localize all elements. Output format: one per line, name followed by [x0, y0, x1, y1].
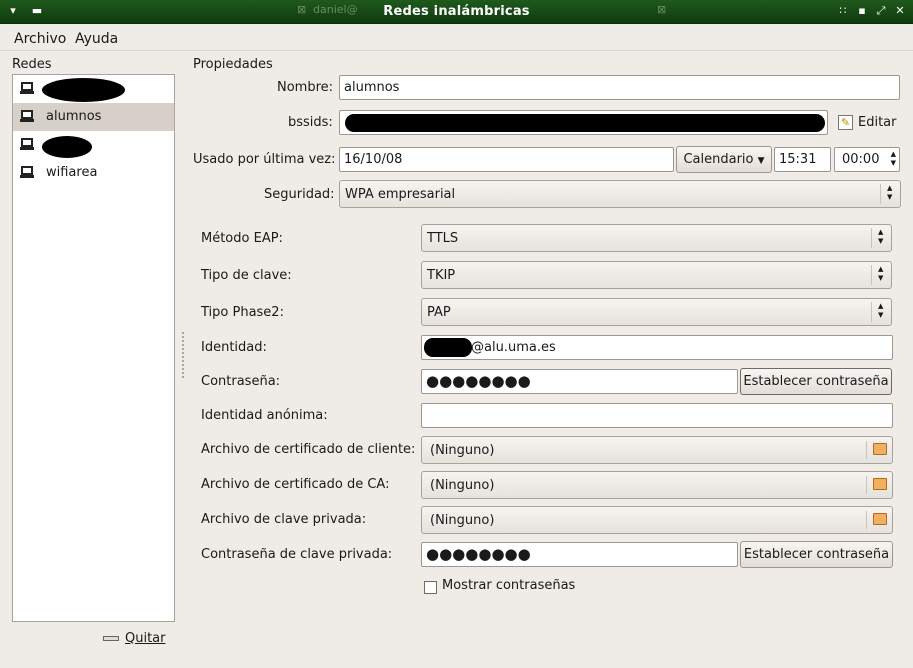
- folder-icon: [873, 478, 887, 490]
- quit-icon: [103, 636, 119, 641]
- time-spin-value: 00:00: [842, 152, 880, 167]
- seguridad-value: WPA empresarial: [345, 187, 456, 202]
- contrasena-input[interactable]: ●●●●●●●●: [421, 369, 738, 394]
- pane-grip[interactable]: [182, 332, 185, 378]
- separator: [866, 441, 867, 459]
- sticky-icon[interactable]: ∷: [836, 4, 850, 18]
- clave-privada-button[interactable]: (Ninguno): [421, 506, 893, 534]
- menu-ayuda[interactable]: Ayuda: [75, 31, 118, 47]
- network-item-label: wifiarea: [46, 165, 98, 180]
- redacted-user: [424, 338, 472, 357]
- date-input[interactable]: 16/10/08: [339, 147, 674, 172]
- establecer-contrasena-button[interactable]: Establecer contraseña: [740, 368, 892, 395]
- time-input[interactable]: 15:31: [774, 147, 831, 172]
- seguridad-select[interactable]: WPA empresarial: [339, 180, 901, 208]
- bssids-label: bssids:: [288, 115, 333, 130]
- menu-archivo[interactable]: Archivo: [14, 31, 66, 47]
- cert-cliente-label: Archivo de certificado de cliente:: [201, 442, 416, 457]
- metodo-value: TTLS: [427, 231, 459, 246]
- folder-icon: [873, 443, 887, 455]
- combo-arrows-icon: [871, 228, 891, 248]
- maximize-icon[interactable]: ⤢: [874, 4, 888, 18]
- redacted-name: [42, 78, 125, 102]
- tipo-clave-label: Tipo de clave:: [201, 268, 292, 283]
- phase2-select[interactable]: PAP: [421, 298, 892, 326]
- combo-arrows-icon: [871, 302, 891, 322]
- combo-arrows-icon: [880, 184, 900, 204]
- seguridad-label: Seguridad:: [264, 187, 335, 202]
- spin-arrows-icon[interactable]: ▲ ▼: [891, 150, 896, 168]
- calendario-button[interactable]: Calendario ▼: [676, 146, 772, 173]
- cert-cliente-value: (Ninguno): [430, 443, 495, 458]
- mostrar-label[interactable]: Mostrar contraseñas: [442, 578, 575, 593]
- nombre-label: Nombre:: [277, 80, 334, 95]
- metodo-label: Método EAP:: [201, 231, 283, 246]
- window-title: Redes inalámbricas: [383, 4, 530, 19]
- contrasena-label: Contraseña:: [201, 374, 281, 389]
- editar-button[interactable]: ✎ Editar: [836, 111, 902, 135]
- combo-arrows-icon: [871, 265, 891, 285]
- contrasena-clave-label: Contraseña de clave privada:: [201, 547, 393, 562]
- chevron-down-icon: ▼: [757, 156, 765, 166]
- identidad-value: @alu.uma.es: [471, 340, 556, 355]
- network-icon: [20, 110, 34, 122]
- network-item-3[interactable]: [13, 131, 174, 159]
- clave-privada-value: (Ninguno): [430, 513, 495, 528]
- phase2-value: PAP: [427, 305, 451, 320]
- network-item-4[interactable]: wifiarea: [13, 159, 174, 187]
- time-spin[interactable]: 00:00 ▲ ▼: [834, 147, 900, 172]
- networks-list[interactable]: alumnos wifiarea: [12, 74, 175, 622]
- cert-ca-button[interactable]: (Ninguno): [421, 471, 893, 499]
- folder-icon: [873, 513, 887, 525]
- tipo-clave-value: TKIP: [427, 268, 456, 283]
- cert-cliente-button[interactable]: (Ninguno): [421, 436, 893, 464]
- cert-ca-value: (Ninguno): [430, 478, 495, 493]
- separator: [866, 511, 867, 529]
- editar-label: Editar: [858, 115, 897, 130]
- separator: [866, 476, 867, 494]
- identidad-label: Identidad:: [201, 340, 267, 355]
- edit-icon: ✎: [838, 115, 853, 130]
- networks-header: Redes: [12, 57, 52, 72]
- redacted-name: [42, 136, 92, 158]
- menu-bar: Archivo Ayuda: [0, 25, 913, 51]
- tipo-clave-select[interactable]: TKIP: [421, 261, 892, 289]
- contrasena-clave-input[interactable]: ●●●●●●●●: [421, 542, 738, 567]
- calendario-label: Calendario: [683, 152, 754, 167]
- redacted-bssids: [345, 114, 825, 132]
- clave-privada-label: Archivo de clave privada:: [201, 512, 367, 527]
- cert-ca-label: Archivo de certificado de CA:: [201, 477, 390, 492]
- close-icon[interactable]: ✕: [893, 4, 907, 18]
- mostrar-checkbox[interactable]: [424, 581, 437, 594]
- metodo-select[interactable]: TTLS: [421, 224, 892, 252]
- contrasena-dots: ●●●●●●●●: [426, 372, 531, 390]
- network-icon: [20, 82, 34, 94]
- properties-header: Propiedades: [193, 57, 273, 72]
- establecer-contrasena-clave-button[interactable]: Establecer contraseña: [740, 541, 893, 568]
- title-bar: ▾ ▬ ⊠ daniel@ ⊠ Redes inalámbricas ∷ ▪ ⤢…: [0, 0, 913, 24]
- anonima-input[interactable]: [421, 403, 893, 428]
- network-item-2[interactable]: alumnos: [13, 103, 174, 131]
- anonima-label: Identidad anónima:: [201, 408, 328, 423]
- contrasena-clave-dots: ●●●●●●●●: [426, 545, 531, 563]
- network-icon: [20, 166, 34, 178]
- quit-button[interactable]: Quitar: [103, 630, 166, 648]
- network-icon: [20, 138, 34, 150]
- usado-label: Usado por última vez:: [193, 152, 336, 167]
- network-item-label: alumnos: [46, 109, 102, 124]
- network-item-1[interactable]: [13, 75, 174, 103]
- minimize-icon[interactable]: ▪: [855, 4, 869, 18]
- phase2-label: Tipo Phase2:: [201, 305, 284, 320]
- bssids-input[interactable]: [339, 110, 828, 135]
- identidad-input[interactable]: @alu.uma.es: [421, 335, 893, 360]
- quit-label: Quitar: [125, 631, 166, 646]
- nombre-input[interactable]: alumnos: [339, 75, 900, 100]
